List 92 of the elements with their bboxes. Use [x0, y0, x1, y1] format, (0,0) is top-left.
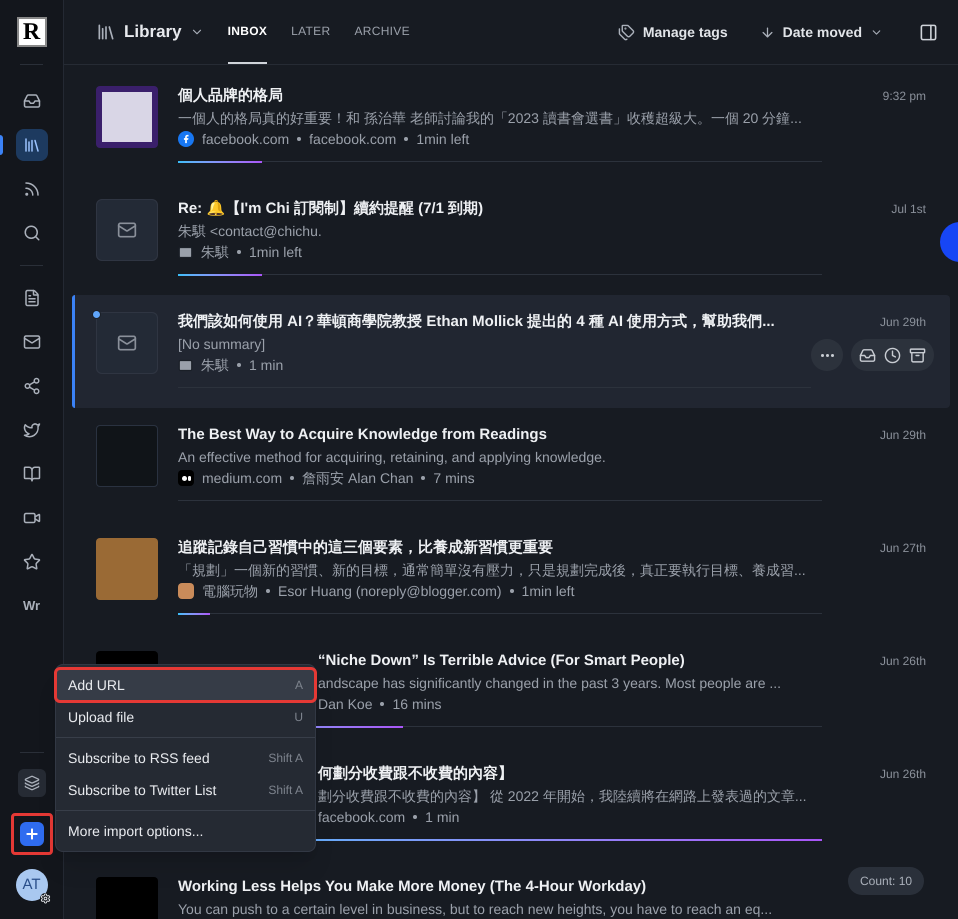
archive-icon[interactable]	[909, 346, 926, 364]
mail-icon	[117, 220, 137, 240]
article-meta: 1min left	[249, 243, 302, 262]
article-date: Jun 29th	[880, 427, 926, 443]
article-date: 9:32 pm	[882, 88, 926, 104]
mail-icon	[178, 358, 193, 372]
more-button[interactable]	[811, 339, 843, 371]
settings-icon[interactable]	[40, 893, 50, 904]
library-nav-button[interactable]	[16, 129, 48, 161]
inbox-icon[interactable]	[859, 346, 876, 364]
article-summary: [No summary]	[178, 335, 266, 353]
arrow-down-icon	[760, 24, 775, 40]
user-avatar[interactable]: AT	[16, 869, 48, 901]
article-meta: 16 mins	[392, 695, 442, 714]
article-summary: andscape has significantly changed in the past 3 years. Most people are ...	[318, 674, 782, 692]
search-icon	[22, 224, 40, 242]
plus-icon	[24, 826, 40, 842]
sort-dropdown[interactable]: Date moved	[760, 22, 883, 42]
medium-icon	[178, 470, 194, 486]
article-title[interactable]: The Best Way to Acquire Knowledge from Readings	[178, 425, 547, 445]
article-date: Jun 27th	[880, 540, 926, 556]
layers-button[interactable]	[18, 769, 46, 797]
article-meta: facebook.com	[202, 130, 290, 149]
article-meta: 1min left	[522, 582, 574, 601]
menu-item[interactable]: Subscribe to RSS feed Shift A	[56, 742, 315, 774]
library-dropdown[interactable]: Library	[96, 19, 204, 45]
article-meta: facebook.com	[309, 130, 396, 149]
article-meta: facebook.com	[318, 808, 406, 827]
article-meta: Esor Huang (noreply@blogger.com)	[278, 582, 502, 601]
article-title[interactable]: “Niche Down” Is Terrible Advice (For Smart People)	[318, 651, 685, 671]
article-title[interactable]: Re: 🔔【I'm Chi 訂閱制】續約提醒 (7/1 到期)	[178, 199, 484, 219]
book-icon	[22, 465, 40, 483]
article-meta: 7 mins	[433, 469, 475, 488]
article-summary: An effective method for acquiring, retaining, and applying knowledge.	[178, 448, 606, 466]
sidebar-item[interactable]: Wr	[16, 590, 48, 622]
rss-icon	[22, 180, 40, 198]
article-meta: 1 min	[425, 808, 460, 827]
active-indicator	[0, 135, 3, 155]
bird-icon	[22, 421, 40, 439]
document-icon	[22, 289, 40, 307]
article-meta: 1 min	[249, 356, 284, 375]
article-meta: medium.com	[202, 469, 282, 488]
menu-item[interactable]: Add URL A	[56, 669, 315, 701]
article-summary: You can push to a certain level in business, but to reach new heights, you have to reach an eq...	[178, 900, 772, 918]
photo-placeholder	[96, 538, 158, 600]
article-title[interactable]: 追蹤記錄自己習慣中的這三個要素，比養成新習慣更重要	[178, 538, 553, 558]
article-summary: 劃分收費跟不收費的內容】 從 2022 年開始，我陸續將在網路上發表過的文章...	[318, 787, 806, 805]
article-meta: 詹雨安 Alan Chan	[302, 469, 414, 488]
clock-icon[interactable]	[884, 346, 901, 364]
inbox-icon	[22, 92, 40, 110]
article-summary: 「規劃」一個新的習慣、新的目標，通常簡單沒有壓力，只是規劃完成後，真正要執行目標、養成習...	[178, 561, 806, 579]
app-logo[interactable]: R	[16, 17, 46, 47]
manage-tags-button[interactable]: Manage tags	[618, 22, 728, 42]
mail-icon	[117, 333, 137, 353]
menu-item[interactable]: More import options...	[56, 815, 315, 847]
blog-icon	[178, 583, 194, 599]
article-meta: Dan Koe	[318, 695, 372, 714]
article-meta: 朱騏	[201, 356, 229, 375]
article-summary: 朱騏 <contact@chichu.	[178, 222, 322, 240]
article-summary: 一個人的格局真的好重要！和 孫治華 老師討論我的「2023 讀書會選書」收穫超級大。一個 20 分鐘...	[178, 109, 802, 127]
layers-icon	[24, 775, 40, 791]
article-date: Jul 1st	[891, 201, 926, 217]
article-title[interactable]: 個人品牌的格局	[178, 86, 283, 106]
article-date: Jun 29th	[880, 314, 926, 330]
more-icon	[820, 354, 834, 356]
nodes-icon	[22, 377, 40, 395]
add-button[interactable]	[20, 822, 44, 846]
diagram-thumbnail	[96, 425, 158, 487]
article-title[interactable]: 何劃分收費跟不收費的內容】	[318, 764, 513, 784]
article-meta: 朱騏	[201, 243, 229, 262]
tab[interactable]: ARCHIVE	[354, 0, 410, 64]
side-panel-icon	[919, 22, 938, 42]
mail-icon	[22, 333, 40, 351]
article-date: Jun 26th	[880, 653, 926, 669]
panel-toggle-button[interactable]	[919, 22, 938, 42]
facebook-icon	[178, 131, 194, 147]
library-icon	[22, 136, 40, 154]
article-title[interactable]: 我們該如何使用 AI？華頓商學院教授 Ethan Mollick 提出的 4 種 AI 使用方式，幫助我們...	[178, 312, 775, 332]
article-title[interactable]: Working Less Helps You Make More Money (The 4-Hour Workday)	[178, 877, 646, 897]
article-date: Jun 26th	[880, 766, 926, 782]
count-badge: Count: 10	[848, 867, 924, 895]
star-icon	[22, 553, 40, 571]
article-meta: 電腦玩物	[202, 582, 258, 601]
article-meta: 1min left	[416, 130, 470, 149]
tab[interactable]: LATER	[291, 0, 330, 64]
menu-item[interactable]: Subscribe to Twitter List Shift A	[56, 774, 315, 806]
library-icon	[96, 22, 116, 42]
menu-item[interactable]: Upload file U	[56, 701, 315, 733]
slide-thumbnail	[96, 86, 158, 148]
tab[interactable]: INBOX	[228, 0, 268, 64]
tag-icon	[618, 24, 635, 40]
selected-row-card[interactable]: 我們該如何使用 AI？華頓商學院教授 Ethan Mollick 提出的 4 種 AI 使用方式，幫助我們... [No summary] 朱騏 1 min Jun 29th	[72, 295, 950, 408]
